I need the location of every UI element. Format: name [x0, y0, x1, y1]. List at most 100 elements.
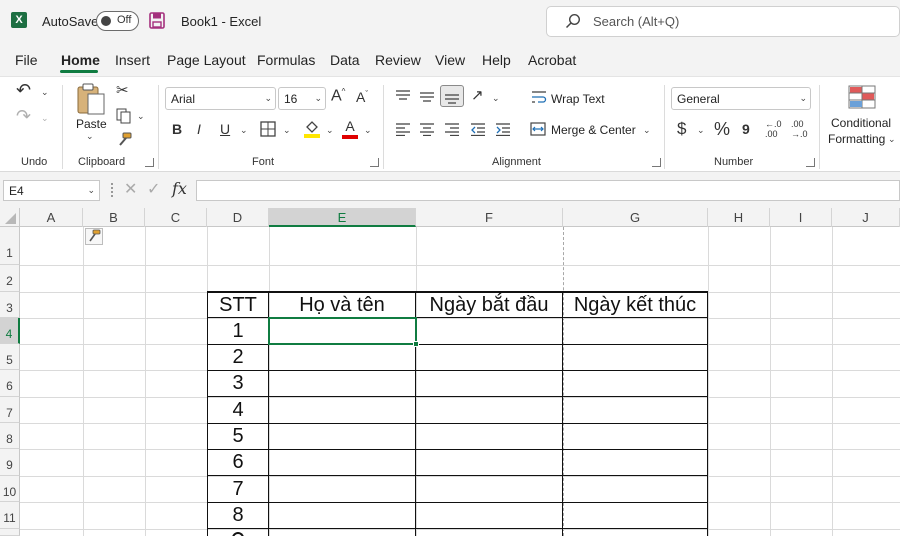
fill-color-dropdown-icon[interactable]: ⌄: [326, 125, 334, 136]
align-middle-icon[interactable]: [419, 89, 435, 108]
stt-cell[interactable]: 5: [208, 424, 268, 449]
stt-cell[interactable]: 8: [208, 503, 268, 528]
font-size-select[interactable]: 16 ⌄: [278, 87, 326, 110]
column-header-a[interactable]: A: [20, 208, 83, 227]
conditional-formatting-button[interactable]: Conditional: [831, 116, 891, 130]
align-center-icon[interactable]: [419, 122, 435, 141]
align-left-icon[interactable]: [395, 122, 411, 141]
currency-dropdown-icon[interactable]: ⌄: [697, 125, 705, 136]
table-header-stt[interactable]: STT: [208, 293, 268, 317]
stt-cell[interactable]: 1: [208, 318, 268, 344]
table-header-ngay-ket-thuc[interactable]: Ngày kết thúc: [563, 293, 707, 317]
merge-center-icon[interactable]: [530, 122, 546, 141]
row-header-10[interactable]: 10: [0, 476, 20, 502]
active-cell-e4[interactable]: [268, 317, 417, 345]
autosave-toggle[interactable]: Off: [96, 11, 139, 31]
font-color-dropdown-icon[interactable]: ⌄: [364, 125, 372, 136]
percent-icon[interactable]: %: [714, 120, 730, 138]
row-header-1[interactable]: 1: [0, 227, 20, 265]
undo-dropdown-icon[interactable]: ⌄: [41, 87, 49, 98]
column-header-e[interactable]: E: [269, 208, 416, 227]
copy-dropdown-icon[interactable]: ⌄: [137, 111, 145, 122]
tab-acrobat[interactable]: Acrobat: [528, 52, 576, 68]
merge-center-button[interactable]: Merge & Center: [551, 123, 636, 137]
tab-view[interactable]: View: [435, 52, 465, 68]
column-header-c[interactable]: C: [145, 208, 207, 227]
save-icon[interactable]: [149, 12, 165, 29]
insert-function-icon[interactable]: fx: [172, 181, 187, 197]
row-header-6[interactable]: 6: [0, 370, 20, 397]
row-header-9[interactable]: 9: [0, 449, 20, 476]
tab-page-layout[interactable]: Page Layout: [167, 52, 246, 68]
column-header-j[interactable]: J: [832, 208, 900, 227]
font-launcher-icon[interactable]: [370, 158, 379, 167]
row-header-2[interactable]: 2: [0, 265, 20, 292]
tab-file[interactable]: File: [15, 52, 38, 68]
column-header-h[interactable]: H: [708, 208, 770, 227]
underline-dropdown-icon[interactable]: ⌄: [240, 125, 248, 136]
align-right-icon[interactable]: [444, 122, 460, 141]
borders-icon[interactable]: [260, 121, 276, 142]
merge-center-dropdown-icon[interactable]: ⌄: [643, 125, 651, 136]
redo-icon[interactable]: ↷: [16, 107, 31, 125]
row-header-12[interactable]: [0, 529, 20, 536]
row-header-4[interactable]: 4: [0, 318, 20, 344]
cut-icon[interactable]: ✂: [116, 83, 129, 98]
alignment-launcher-icon[interactable]: [652, 158, 661, 167]
column-header-b[interactable]: B: [83, 208, 145, 227]
stt-cell[interactable]: 6: [208, 450, 268, 475]
tab-review[interactable]: Review: [375, 52, 421, 68]
table-header-ho-va-ten[interactable]: Họ và tên: [269, 293, 415, 317]
grow-font-icon[interactable]: A^: [331, 88, 345, 104]
orientation-dropdown-icon[interactable]: ⌄: [492, 93, 500, 104]
stt-cell[interactable]: 4: [208, 397, 268, 423]
tab-insert[interactable]: Insert: [115, 52, 150, 68]
paste-dropdown-icon[interactable]: ⌄: [86, 131, 94, 142]
shrink-font-icon[interactable]: Aˇ: [356, 90, 368, 104]
increase-indent-icon[interactable]: [495, 122, 511, 141]
align-bottom-icon[interactable]: [440, 85, 464, 107]
currency-icon[interactable]: $: [677, 120, 686, 137]
formula-input[interactable]: [196, 180, 900, 201]
fill-handle[interactable]: [413, 341, 419, 347]
tab-home[interactable]: Home: [61, 52, 100, 68]
number-launcher-icon[interactable]: [806, 158, 815, 167]
name-box[interactable]: E4 ⌄: [3, 180, 100, 201]
wrap-text-icon[interactable]: [531, 90, 547, 109]
format-painter-icon[interactable]: [116, 132, 132, 153]
tab-data[interactable]: Data: [330, 52, 360, 68]
decrease-indent-icon[interactable]: [470, 122, 486, 141]
enter-icon[interactable]: ✓: [147, 182, 160, 198]
clipboard-launcher-icon[interactable]: [145, 158, 154, 167]
stt-cell[interactable]: 3: [208, 371, 268, 396]
orientation-icon[interactable]: ↗: [471, 88, 484, 103]
stt-cell[interactable]: 2: [208, 345, 268, 370]
conditional-formatting-icon[interactable]: [848, 85, 876, 114]
fill-color-icon[interactable]: [303, 119, 321, 144]
row-header-5[interactable]: 5: [0, 344, 20, 370]
underline-button[interactable]: U: [220, 122, 230, 136]
select-all-icon[interactable]: [0, 208, 20, 227]
stt-cell[interactable]: 7: [208, 476, 268, 502]
tab-formulas[interactable]: Formulas: [257, 52, 315, 68]
conditional-formatting-dropdown-icon[interactable]: ⌄: [888, 134, 896, 145]
comma-style-icon[interactable]: 9: [742, 122, 750, 136]
search-box[interactable]: Search (Alt+Q): [546, 6, 900, 37]
number-format-select[interactable]: General ⌄: [671, 87, 811, 110]
wrap-text-button[interactable]: Wrap Text: [551, 92, 605, 106]
bold-button[interactable]: B: [172, 122, 182, 136]
tab-help[interactable]: Help: [482, 52, 511, 68]
column-header-d[interactable]: D: [207, 208, 269, 227]
italic-button[interactable]: I: [197, 122, 201, 136]
row-header-11[interactable]: 11: [0, 502, 20, 529]
column-header-f[interactable]: F: [416, 208, 563, 227]
paste-options-icon[interactable]: [85, 228, 103, 245]
decrease-decimal-icon[interactable]: .00 →.0: [791, 119, 808, 139]
paste-button[interactable]: Paste: [76, 117, 107, 131]
row-header-3[interactable]: 3: [0, 292, 20, 318]
increase-decimal-icon[interactable]: ←.0 .00: [765, 119, 782, 139]
align-top-icon[interactable]: [395, 89, 411, 108]
font-name-select[interactable]: Arial ⌄: [165, 87, 276, 110]
borders-dropdown-icon[interactable]: ⌄: [283, 125, 291, 136]
column-header-i[interactable]: I: [770, 208, 832, 227]
